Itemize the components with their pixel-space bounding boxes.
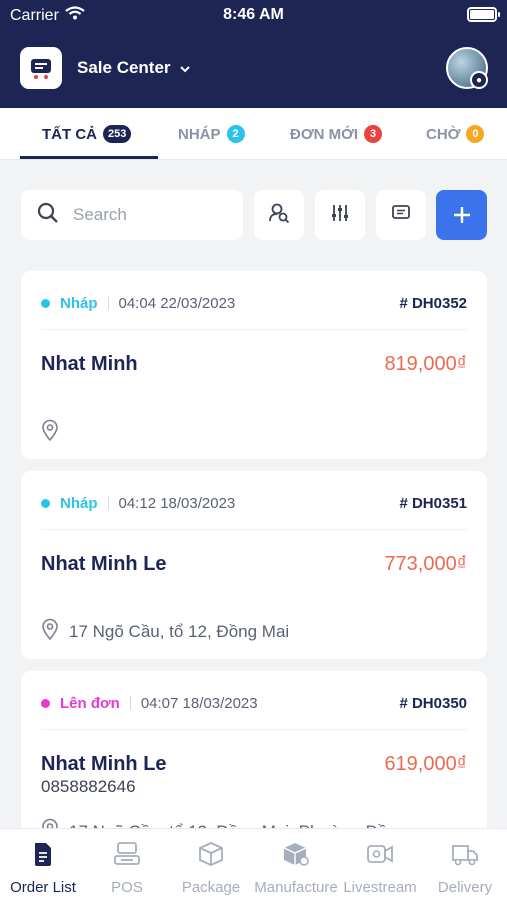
app-title: Sale Center <box>77 58 171 77</box>
filter-sliders-icon <box>330 203 350 228</box>
order-address <box>41 419 59 446</box>
app-switcher[interactable]: Sale Center <box>77 58 191 78</box>
status-dot <box>41 298 50 308</box>
customer-search-icon <box>268 202 290 229</box>
tab-count-badge: 0 <box>466 125 485 143</box>
separator <box>129 696 131 710</box>
order-datetime: 04:07 18/03/2023 <box>140 694 258 712</box>
order-meta: Nháp 04:04 22/03/2023 # DH0352 <box>41 293 467 313</box>
divider <box>41 329 467 330</box>
customer-phone: 0858882646 <box>41 777 136 796</box>
tab-count-badge: 2 <box>226 125 245 143</box>
order-code: # DH0352 <box>399 294 467 312</box>
address-text: 17 Ngõ Cầu, tổ 12, Đồng Mai <box>69 621 290 641</box>
tab-all[interactable]: TẤT CẢ 253 <box>42 108 132 160</box>
pos-icon <box>113 841 141 871</box>
nav-livestream[interactable]: Livestream <box>342 829 418 900</box>
order-status: Nháp <box>60 494 98 512</box>
order-datetime: 04:04 22/03/2023 <box>118 294 236 312</box>
tab-draft[interactable]: NHÁP 2 <box>178 108 245 160</box>
customer-name: Nhat Minh <box>41 353 138 375</box>
livestream-icon <box>366 841 394 871</box>
search-icon <box>37 202 59 229</box>
plus-icon <box>453 207 470 223</box>
order-address: 17 Ngõ Cầu, tổ 12, Đồng Mai <box>41 618 289 645</box>
tab-waiting[interactable]: CHỜ 0 <box>426 108 485 160</box>
tab-label: NHÁP <box>178 125 221 143</box>
separator <box>107 496 109 510</box>
nav-order-list[interactable]: Order List <box>4 829 82 900</box>
nav-label: Delivery <box>437 879 493 896</box>
status-bar: Carrier 8:46 AM <box>0 0 507 30</box>
manufacture-icon <box>282 841 310 871</box>
nav-label: Manufacture <box>254 879 338 896</box>
nav-delivery[interactable]: Delivery <box>432 829 498 900</box>
location-pin-icon <box>41 419 59 446</box>
divider <box>41 529 467 530</box>
customer-search-button[interactable] <box>254 190 304 240</box>
nav-manufacture[interactable]: Manufacture <box>252 829 340 900</box>
order-status: Lên đơn <box>60 694 120 712</box>
order-status-tabs: TẤT CẢ 253 NHÁP 2 ĐƠN MỚI 3 CHỜ 0 <box>0 108 507 160</box>
search-input[interactable] <box>73 205 213 225</box>
sale-center-icon <box>31 59 51 79</box>
nav-label: POS <box>111 879 143 896</box>
package-icon <box>198 841 224 871</box>
clock: 8:46 AM <box>223 6 284 23</box>
tab-new-orders[interactable]: ĐƠN MỚI 3 <box>290 108 383 160</box>
bottom-navigation: Order List POS Package Manufacture Lives… <box>0 828 507 900</box>
separator <box>107 296 109 310</box>
nav-package[interactable]: Package <box>176 829 246 900</box>
order-card[interactable]: Nháp 04:04 22/03/2023 # DH0352 Nhat Minh… <box>21 271 487 459</box>
order-code: # DH0351 <box>399 494 467 512</box>
delivery-icon <box>451 841 479 871</box>
nav-label: Livestream <box>343 879 417 896</box>
customer-name: Nhat Minh Le <box>41 553 167 575</box>
tab-count-badge: 3 <box>364 125 383 143</box>
app-logo[interactable] <box>20 47 62 89</box>
order-datetime: 04:12 18/03/2023 <box>118 494 236 512</box>
order-list-icon <box>31 841 55 871</box>
tab-count-badge: 253 <box>103 125 132 143</box>
order-meta: Lên đơn 04:07 18/03/2023 # DH0350 <box>41 693 467 713</box>
filter-button[interactable] <box>315 190 365 240</box>
camera-icon: ● <box>470 71 488 89</box>
nav-label: Package <box>181 879 241 896</box>
order-code: # DH0350 <box>399 694 467 712</box>
tab-label: CHỜ <box>426 125 461 143</box>
active-tab-indicator <box>20 156 158 159</box>
order-amount: 773,000₫ <box>384 553 467 575</box>
order-amount: 619,000₫ <box>384 753 467 775</box>
order-meta: Nháp 04:12 18/03/2023 # DH0351 <box>41 493 467 513</box>
tab-label: TẤT CẢ <box>42 125 97 143</box>
nav-label: Order List <box>10 879 76 896</box>
location-pin-icon <box>41 618 59 645</box>
battery-icon <box>467 7 500 22</box>
order-amount: 819,000₫ <box>384 353 467 375</box>
add-order-button[interactable] <box>436 190 487 240</box>
divider <box>41 729 467 730</box>
search-box[interactable] <box>21 190 243 240</box>
customer-name: Nhat Minh Le <box>41 753 167 775</box>
app-header: Carrier 8:46 AM Sale Center ● <box>0 0 507 108</box>
nav-pos[interactable]: POS <box>92 829 162 900</box>
status-dot <box>41 698 50 708</box>
order-status: Nháp <box>60 294 98 312</box>
status-dot <box>41 498 50 508</box>
message-icon <box>391 204 411 227</box>
chevron-down-icon <box>179 58 191 78</box>
order-card[interactable]: Nháp 04:12 18/03/2023 # DH0351 Nhat Minh… <box>21 471 487 659</box>
message-button[interactable] <box>376 190 426 240</box>
order-card[interactable]: Lên đơn 04:07 18/03/2023 # DH0350 Nhat M… <box>21 671 487 841</box>
avatar[interactable]: ● <box>446 47 488 89</box>
tab-label: ĐƠN MỚI <box>290 125 359 143</box>
